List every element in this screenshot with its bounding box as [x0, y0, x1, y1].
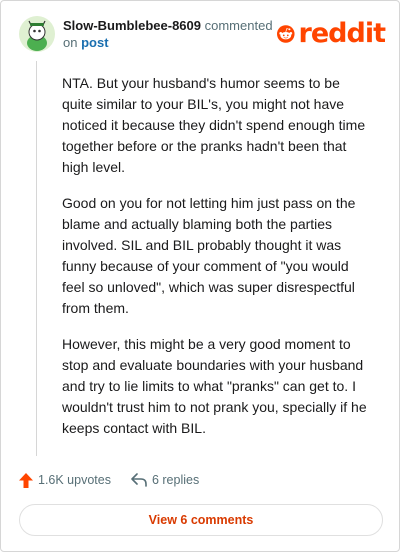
comment-paragraph: NTA. But your husband's humor seems to b…	[62, 75, 366, 175]
username-link[interactable]: Slow-Bumblebee-8609	[63, 18, 201, 33]
post-link[interactable]: post	[81, 35, 108, 50]
thread-line[interactable]	[36, 61, 37, 456]
comment-actions: 1.6K upvotes 6 replies	[19, 470, 319, 490]
upvote-arrow-icon	[19, 472, 33, 488]
reply-count: 6 replies	[151, 473, 200, 487]
reddit-snoo-icon	[277, 25, 295, 43]
avatar[interactable]	[19, 16, 55, 52]
comment-card: Slow-Bumblebee-8609 commented on post re…	[0, 0, 400, 552]
comment-paragraph: However, this might be a very good momen…	[62, 336, 367, 436]
reddit-logo[interactable]: reddit	[277, 18, 386, 49]
reddit-wordmark: reddit	[298, 18, 386, 49]
on-text: on	[63, 35, 78, 50]
comment-body: NTA. But your husband's humor seems to b…	[62, 73, 374, 454]
comment-header: Slow-Bumblebee-8609 commented on post	[63, 17, 273, 51]
comment-paragraph: Good on you for not letting him just pas…	[62, 195, 356, 316]
action-text: commented	[204, 18, 273, 33]
reply-arrow-icon	[131, 473, 147, 487]
upvote-button[interactable]: 1.6K upvotes	[19, 472, 111, 488]
reply-button[interactable]: 6 replies	[131, 473, 199, 487]
view-comments-button[interactable]: View 6 comments	[19, 504, 383, 536]
upvote-count: 1.6K upvotes	[38, 473, 111, 487]
